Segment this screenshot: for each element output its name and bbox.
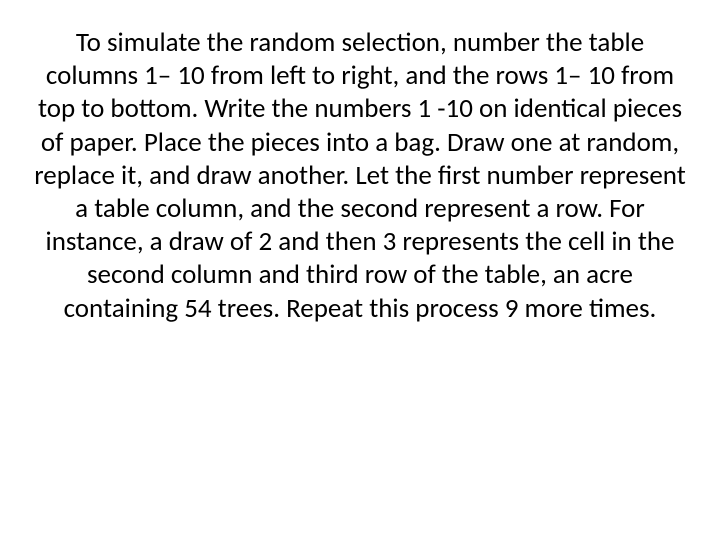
slide: To simulate the random selection, number… xyxy=(0,0,720,540)
body-text: To simulate the random selection, number… xyxy=(30,26,690,325)
